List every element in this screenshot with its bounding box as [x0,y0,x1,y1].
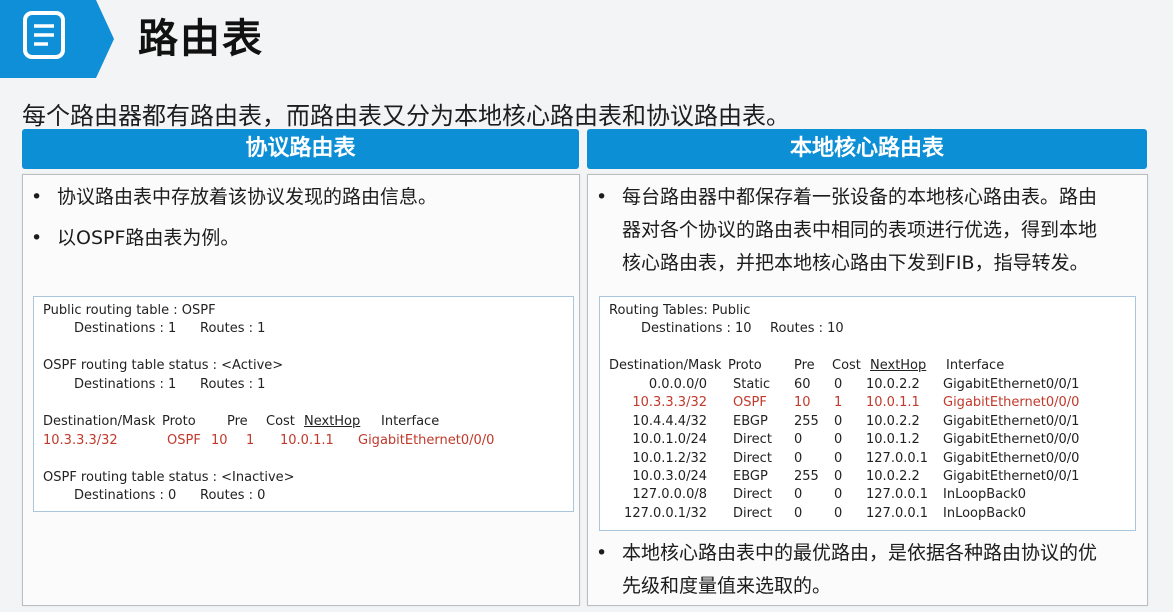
table-cell: Direct [733,432,772,448]
table-cell: GigabitEthernet0/0/0 [358,433,495,448]
table-cell: 0 [834,450,843,466]
document-list-icon [23,11,65,59]
table-cell: 0 [834,487,843,503]
table-cell: 0 [794,432,803,448]
table-cell: 10.3.3.3/32 [43,433,118,448]
table-cell: 10.3.3.3/32 [632,395,707,411]
table-cell: 127.0.0.1 [866,450,929,466]
code-line: Destinations : 1 [74,321,177,336]
table-cell: GigabitEthernet0/0/1 [943,377,1080,392]
core-table-panel: • 每台路由器中都保存着一张设备的本地核心路由表。路由 器对各个协议的路由表中相… [587,174,1148,606]
table-cell: 0 [834,413,843,429]
core-table-heading: 本地核心路由表 [587,129,1147,169]
table-cell: 0 [834,377,843,392]
table-cell: 10.0.1.1 [280,433,334,448]
table-cell: 10.0.2.2 [866,469,920,484]
routing-table-output: Routing Tables: Public Destinations : 10… [599,296,1136,531]
table-cell: 10 [794,395,811,411]
table-cell: 0 [794,487,803,503]
protocol-table-panel: • 协议路由表中存放着该协议发现的路由信息。 • 以OSPF路由表为例。 Publi… [22,174,580,606]
table-cell: 10.0.2.2 [866,377,920,392]
table-cell: GigabitEthernet0/0/1 [943,413,1080,429]
table-cell: GigabitEthernet0/0/0 [943,450,1080,466]
table-cell: Direct [733,505,772,521]
code-line: Routes : 10 [770,321,844,336]
list-item: • 每台路由器中都保存着一张设备的本地核心路由表。路由 器对各个协议的路由表中相… [596,186,1098,274]
column-header: Destination/Mask [43,414,156,429]
code-line: OSPF routing table status : <Active> [43,358,284,373]
table-cell: GigabitEthernet0/0/0 [943,395,1080,411]
table-cell: 255 [794,469,819,484]
table-cell: 0 [834,432,843,448]
table-cell: GigabitEthernet0/0/1 [943,469,1080,484]
table-cell: 0.0.0.0/0 [648,377,707,392]
column-header: Cost [266,414,295,429]
table-cell: 0 [834,505,843,521]
table-cell: 0 [794,450,803,466]
code-line: Destinations : 1 [74,377,177,392]
column-header: Cost [832,358,861,373]
table-cell: 10.4.4.4/32 [632,413,707,429]
column-header: Interface [381,414,440,429]
column-header: Proto [728,358,762,373]
code-line: Routes : 0 [200,488,266,503]
table-cell: OSPF [167,433,201,448]
table-cell: 0 [834,469,843,484]
list-item: • 本地核心路由表中的最优路由，是依据各种路由协议的优 先级和度量值来选取的。 [596,542,1098,597]
column-header: Proto [162,414,196,429]
protocol-table-heading: 协议路由表 [22,129,579,169]
table-cell: 127.0.0.0/8 [632,487,707,503]
page-title: 路由表 [138,16,264,62]
table-cell: 1 [246,433,255,448]
table-cell: 60 [794,377,811,392]
column-header: Destination/Mask [609,358,722,373]
table-cell: EBGP [733,413,768,429]
table-cell: 10.0.1.2 [866,432,920,448]
table-cell: 10.0.2.2 [866,413,920,429]
table-cell: 255 [794,413,819,429]
code-line: Routing Tables: Public [609,303,751,318]
table-cell: Direct [733,487,772,503]
column-header: Interface [946,358,1005,373]
code-line: Destinations : 0 [74,488,177,503]
table-cell: InLoopBack0 [943,505,1027,521]
table-cell: 127.0.0.1 [866,505,929,521]
table-cell: 10 [211,433,228,448]
table-cell: GigabitEthernet0/0/0 [943,432,1080,448]
column-header: Pre [227,414,248,429]
intro-text: 每个路由器都有路由表，而路由表又分为本地核心路由表和协议路由表。 [22,102,790,130]
table-cell: 1 [834,395,843,411]
table-cell: 10.0.3.0/24 [632,469,707,484]
list-item: • 协议路由表中存放着该协议发现的路由信息。 [31,186,438,208]
code-line: Routes : 1 [200,321,266,336]
column-header: NextHop [870,358,927,373]
column-header: NextHop [304,414,361,429]
title-chevron [96,0,114,78]
list-item: • 以OSPF路由表为例。 [31,227,240,249]
code-line: Public routing table : OSPF [43,303,216,318]
table-cell: 0 [794,505,803,521]
title-badge [0,0,96,78]
table-cell: 10.0.1.0/24 [632,432,707,448]
table-cell: 10.0.1.1 [866,395,920,411]
code-line: OSPF routing table status : <Inactive> [43,470,295,485]
table-cell: 10.0.1.2/32 [632,450,707,466]
code-line: Destinations : 10 [641,321,752,336]
table-cell: OSPF [733,395,767,411]
table-cell: Direct [733,450,772,466]
table-cell: InLoopBack0 [943,487,1027,503]
ospf-table-output: Public routing table : OSPF Destinations… [33,296,574,512]
table-cell: 127.0.0.1 [866,487,929,503]
code-line: Routes : 1 [200,377,266,392]
table-cell: 127.0.0.1/32 [624,505,707,521]
table-cell: Static [733,377,771,392]
table-cell: EBGP [733,469,768,484]
column-header: Pre [794,358,815,373]
